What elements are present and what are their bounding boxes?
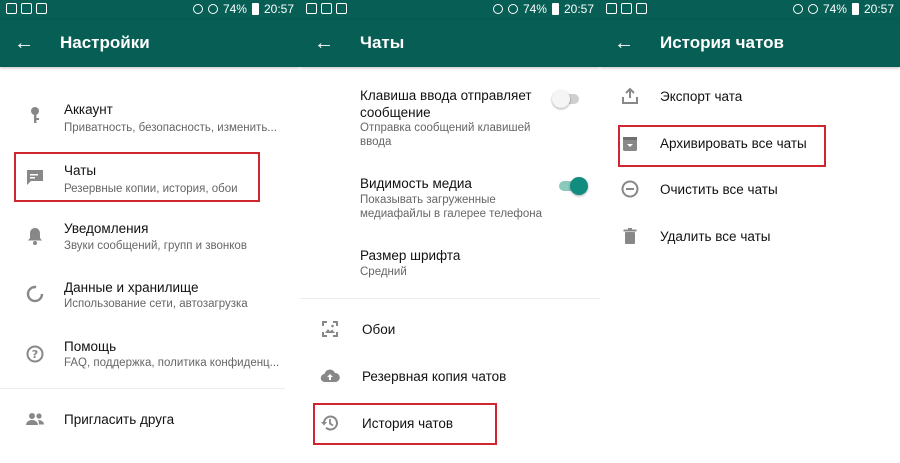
settings-item-data-storage[interactable]: Данные и хранилище Использование сети, а… [0, 272, 300, 322]
setting-title: Обои [362, 322, 396, 337]
people-icon [25, 409, 45, 429]
setting-title: Размер шрифта [360, 248, 461, 263]
mail-icon [636, 3, 647, 14]
divider [300, 298, 600, 299]
mail-icon [36, 3, 47, 14]
settings-item-title: Помощь [64, 339, 117, 354]
battery-percent: 74% [522, 2, 547, 16]
chats-settings-screen: 74% 20:57 ← Чаты Клавиша ввода отправляе… [300, 0, 600, 463]
battery-icon [851, 3, 859, 15]
settings-item-title: Аккаунт [64, 102, 113, 117]
page-title: История чатов [660, 33, 784, 52]
wifi-icon [207, 4, 218, 14]
settings-item-account[interactable]: Аккаунт Приватность, безопасность, измен… [0, 95, 300, 145]
setting-subtitle-line: ввода [360, 136, 392, 148]
gallery-icon [21, 3, 32, 14]
mail-icon [336, 3, 347, 14]
help-icon: ? [25, 344, 45, 364]
history-delete-all[interactable]: Удалить все чаты [600, 221, 900, 251]
highlight-box [313, 403, 497, 445]
svg-text:?: ? [32, 348, 38, 361]
history-clear-all[interactable]: Очистить все чаты [600, 174, 900, 204]
back-arrow-icon[interactable]: ← [314, 31, 334, 55]
divider [0, 388, 285, 389]
setting-title-line: сообщение [360, 105, 431, 120]
setting-subtitle-line: Отправка сообщений клавишей [360, 122, 531, 134]
image-icon [606, 3, 617, 14]
key-icon [25, 105, 45, 125]
battery-percent: 74% [822, 2, 847, 16]
media-visibility-toggle[interactable] [556, 177, 588, 195]
setting-title: Резервная копия чатов [362, 369, 507, 384]
battery-icon [551, 3, 559, 15]
alarm-icon [792, 4, 803, 14]
settings-item-title: Уведомления [64, 221, 149, 236]
settings-item-notifications[interactable]: Уведомления Звуки сообщений, групп и зво… [0, 214, 300, 264]
settings-item-subtitle: FAQ, поддержка, политика конфиденц... [64, 357, 280, 369]
setting-chat-backup[interactable]: Резервная копия чатов [300, 362, 600, 392]
setting-title: Видимость медиа [360, 176, 472, 191]
notification-icons [6, 3, 47, 14]
setting-enter-sends[interactable]: Клавиша ввода отправляет сообщение Отпра… [300, 84, 600, 154]
back-arrow-icon[interactable]: ← [14, 31, 34, 55]
bell-icon [25, 226, 45, 246]
notification-icons [606, 3, 647, 14]
wallpaper-icon [320, 319, 340, 339]
trash-icon [620, 226, 640, 246]
history-item-title: Экспорт чата [660, 89, 743, 104]
history-item-title: Очистить все чаты [660, 182, 778, 197]
history-item-title: Удалить все чаты [660, 229, 771, 244]
minus-circle-icon [620, 179, 640, 199]
setting-subtitle-line: медиафайлы в галерее телефона [360, 208, 543, 220]
status-bar: 74% 20:57 [600, 0, 900, 20]
highlight-box [618, 125, 826, 167]
setting-subtitle-line: Показывать загруженные [360, 194, 496, 206]
export-icon [620, 86, 640, 106]
app-bar: ← История чатов [600, 20, 900, 67]
notification-icons [306, 3, 347, 14]
settings-item-subtitle: Приватность, безопасность, изменить... [64, 122, 277, 134]
setting-value: Средний [360, 266, 407, 278]
settings-screen: 74% 20:57 ← Настройки Аккаунт Приватност… [0, 0, 300, 463]
settings-item-title: Пригласить друга [64, 412, 175, 427]
app-bar: ← Настройки [0, 20, 300, 67]
setting-media-visibility[interactable]: Видимость медиа Показывать загруженные м… [300, 172, 600, 228]
settings-item-title: Данные и хранилище [64, 280, 199, 295]
settings-item-subtitle: Звуки сообщений, групп и звонков [64, 240, 247, 252]
image-icon [306, 3, 317, 14]
setting-wallpaper[interactable]: Обои [300, 315, 600, 345]
enter-sends-toggle[interactable] [552, 90, 582, 108]
clock: 20:57 [263, 2, 294, 16]
settings-item-subtitle: Использование сети, автозагрузка [64, 298, 248, 310]
clock: 20:57 [563, 2, 594, 16]
setting-font-size[interactable]: Размер шрифта Средний [300, 245, 600, 285]
app-bar: ← Чаты [300, 20, 600, 67]
data-usage-icon [25, 284, 45, 304]
clock: 20:57 [863, 2, 894, 16]
page-title: Настройки [60, 33, 150, 52]
settings-item-invite[interactable]: Пригласить друга [0, 398, 300, 442]
settings-item-help[interactable]: ? Помощь FAQ, поддержка, политика конфид… [0, 332, 300, 382]
gallery-icon [321, 3, 332, 14]
gallery-icon [621, 3, 632, 14]
history-export-chat[interactable]: Экспорт чата [600, 82, 900, 112]
setting-title-line: Клавиша ввода отправляет [360, 88, 532, 103]
battery-icon [251, 3, 259, 15]
image-icon [6, 3, 17, 14]
chat-history-screen: 74% 20:57 ← История чатов Экспорт чата А… [600, 0, 900, 463]
page-title: Чаты [360, 33, 405, 52]
battery-percent: 74% [222, 2, 247, 16]
alarm-icon [492, 4, 503, 14]
highlight-box [14, 152, 260, 202]
cloud-upload-icon [320, 366, 340, 386]
back-arrow-icon[interactable]: ← [614, 31, 634, 55]
wifi-icon [507, 4, 518, 14]
status-bar: 74% 20:57 [0, 0, 300, 20]
status-bar: 74% 20:57 [300, 0, 600, 20]
wifi-icon [807, 4, 818, 14]
alarm-icon [192, 4, 203, 14]
